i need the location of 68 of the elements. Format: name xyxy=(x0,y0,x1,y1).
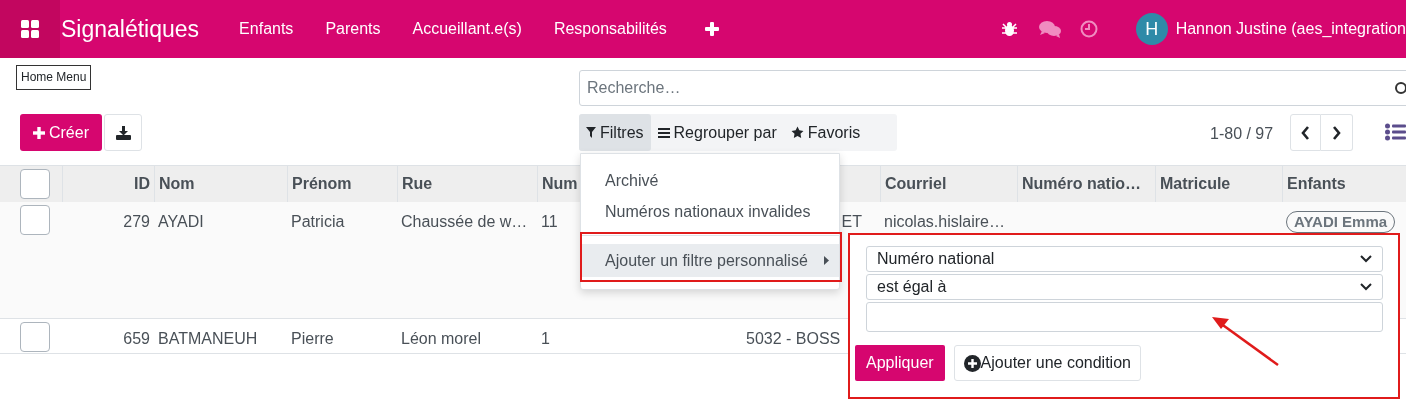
input-field[interactable] xyxy=(866,302,1383,332)
table-cell: BATMANEUH xyxy=(158,330,258,347)
filter-icon xyxy=(586,127,596,138)
search-panel-tab[interactable]: Regrouper par xyxy=(650,114,784,151)
plus-icon xyxy=(33,126,45,139)
pager-value: 1-80 / 97 xyxy=(1210,124,1274,144)
download-icon xyxy=(115,125,131,140)
chevron-right-icon xyxy=(1332,125,1341,140)
tooltip: Home Menu xyxy=(16,65,92,90)
column-header[interactable]: Prénom xyxy=(292,172,352,196)
table-cell: 5032 - BOSS xyxy=(746,330,841,347)
menu-item[interactable]: Accueillant.e(s) xyxy=(396,17,538,41)
annotation-arrow xyxy=(1212,317,1279,366)
column-header[interactable]: Rue xyxy=(402,172,433,196)
app-title: Signalétiques xyxy=(61,14,200,44)
download-button[interactable] xyxy=(104,114,142,151)
column-header[interactable]: Matricule xyxy=(1160,172,1231,196)
menu-item[interactable]: Parents xyxy=(309,17,397,41)
table-cell: 11 xyxy=(541,213,558,230)
table-cell: AYADI xyxy=(158,213,204,230)
plus-icon[interactable] xyxy=(704,22,719,36)
column-header[interactable]: ID xyxy=(134,172,150,196)
select-field[interactable]: est égal à xyxy=(866,274,1383,300)
search-panel-tab[interactable]: Filtres xyxy=(579,114,651,151)
chevron-left-icon xyxy=(1301,125,1310,140)
column-header[interactable]: Courriel xyxy=(885,172,947,196)
search-icon[interactable] xyxy=(1394,81,1406,95)
search-panel-tab[interactable]: Favoris xyxy=(783,114,868,151)
plus-circle-icon xyxy=(963,354,981,372)
column-header[interactable]: Enfants xyxy=(1287,172,1346,196)
list-view-icon[interactable] xyxy=(1385,123,1406,141)
grid-icon xyxy=(21,20,39,38)
row-checkbox[interactable] xyxy=(20,205,50,235)
filter-option[interactable]: Numéros nationaux invalides xyxy=(581,196,839,227)
table-cell: 659 xyxy=(123,330,150,347)
menu-item[interactable]: Responsabilités xyxy=(537,17,683,41)
select-all-checkbox[interactable] xyxy=(20,169,50,199)
apply-button[interactable]: Appliquer xyxy=(855,345,945,381)
column-header[interactable]: Nom xyxy=(159,172,195,196)
search-field[interactable]: Recherche… xyxy=(579,70,1406,106)
select-field[interactable]: Numéro national xyxy=(866,246,1383,272)
chevron-down-icon xyxy=(1360,255,1372,263)
table-cell: 279 xyxy=(123,213,150,230)
table-cell: 1 xyxy=(541,330,550,347)
menu-item[interactable]: Enfants xyxy=(223,17,310,41)
user-name[interactable]: Hannon Justine (aes_integration xyxy=(1175,17,1406,41)
bug-icon[interactable] xyxy=(1001,21,1017,37)
table-cell: Léon morel xyxy=(401,330,482,347)
column-header[interactable]: Num xyxy=(542,172,578,196)
add-condition-button[interactable]: Ajouter une condition xyxy=(953,345,1141,381)
table-cell: nicolas.hislaire… xyxy=(884,213,1005,230)
caret-icon xyxy=(824,256,829,265)
filter-option[interactable]: Archivé xyxy=(581,165,839,196)
column-header[interactable]: Numéro natio… xyxy=(1022,172,1142,196)
table-cell: Patricia xyxy=(291,213,345,230)
table-cell: ET xyxy=(841,213,862,230)
row-checkbox[interactable] xyxy=(20,322,50,352)
home-menu-button[interactable] xyxy=(0,0,60,58)
table-cell: Chaussée de w… xyxy=(401,213,528,230)
previous-button[interactable] xyxy=(1290,114,1321,151)
filter-option[interactable]: Ajouter un filtre personnalisé xyxy=(581,244,839,277)
next-button[interactable] xyxy=(1321,114,1353,151)
chevron-down-icon xyxy=(1360,283,1372,291)
create-button[interactable]: Créer xyxy=(20,114,102,151)
star-icon xyxy=(790,126,804,139)
table-cell: Pierre xyxy=(291,330,334,347)
list-icon xyxy=(657,127,670,138)
user-avatar[interactable]: H xyxy=(1135,13,1168,45)
